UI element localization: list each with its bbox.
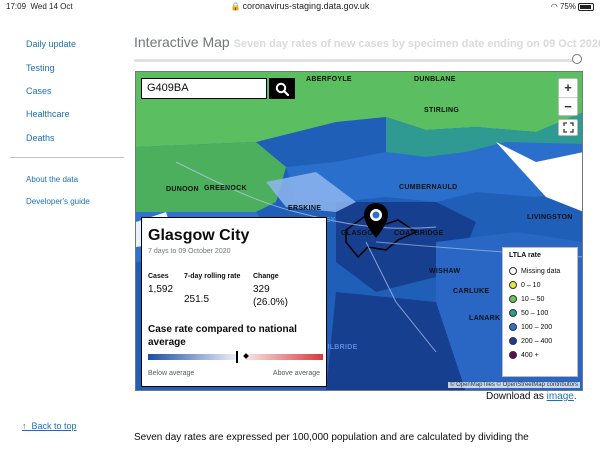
change-value: 329 bbox=[253, 284, 270, 295]
legend-swatch bbox=[509, 309, 517, 317]
date-slider-handle[interactable] bbox=[572, 54, 582, 64]
rate-label: 7-day rolling rate bbox=[184, 273, 241, 280]
nav-developers-guide[interactable]: Developer's guide bbox=[26, 197, 90, 206]
legend-label: 400 + bbox=[521, 351, 539, 359]
legend-label: 100 – 200 bbox=[521, 323, 553, 331]
place-label: GREENOCK bbox=[204, 185, 247, 192]
zoom-out-button[interactable]: − bbox=[559, 98, 577, 116]
nav-healthcare[interactable]: Healthcare bbox=[26, 109, 70, 119]
nav-testing[interactable]: Testing bbox=[26, 63, 55, 73]
legend-swatch bbox=[509, 295, 517, 303]
place-label: LIVINGSTON bbox=[527, 214, 573, 221]
status-bar: 17:09 Wed 14 Oct 🔒 coronavirus-staging.da… bbox=[0, 0, 600, 13]
legend-swatch bbox=[509, 281, 517, 289]
area-name: Glasgow City bbox=[148, 227, 250, 244]
place-label: LANARK bbox=[469, 315, 501, 322]
area-info-card: Glasgow City 7 days to 09 October 2020 C… bbox=[141, 217, 327, 387]
legend-swatch bbox=[509, 337, 517, 345]
place-label: WISHAW bbox=[429, 268, 461, 275]
place-label: CUMBERNAULD bbox=[399, 184, 458, 191]
nav-cases[interactable]: Cases bbox=[26, 86, 52, 96]
download-line: Download as image. bbox=[486, 391, 577, 402]
legend-title: LTLA rate bbox=[509, 252, 541, 259]
above-average-label: Above average bbox=[272, 370, 320, 377]
date-slider-track[interactable] bbox=[134, 59, 578, 62]
nav-deaths[interactable]: Deaths bbox=[26, 133, 55, 143]
search-button[interactable] bbox=[269, 78, 295, 99]
place-label: ABERFOYLE bbox=[306, 76, 352, 83]
legend-item: 0 – 10 bbox=[509, 278, 571, 292]
below-average-gradient bbox=[148, 354, 236, 360]
location-pin-icon[interactable] bbox=[363, 202, 389, 240]
place-label: DUNOON bbox=[166, 186, 199, 193]
legend-item: 100 – 200 bbox=[509, 320, 571, 334]
compare-title: Case rate compared to national average bbox=[148, 324, 297, 348]
download-image-link[interactable]: image bbox=[547, 391, 574, 402]
interactive-map[interactable]: ABERFOYLE DUNBLANE STIRLING DUNOON GREEN… bbox=[135, 71, 583, 391]
place-label: STIRLING bbox=[424, 107, 460, 114]
legend-swatch bbox=[509, 323, 517, 331]
zoom-controls: + − bbox=[558, 78, 578, 116]
map-legend: LTLA rate Missing data 0 – 10 10 – 50 50 – … bbox=[502, 247, 578, 377]
area-period: 7 days to 09 October 2020 bbox=[148, 248, 231, 255]
change-label: Change bbox=[253, 273, 279, 280]
search-icon bbox=[275, 82, 289, 96]
lock-icon: 🔒 bbox=[230, 2, 241, 11]
legend-label: 200 – 400 bbox=[521, 337, 553, 345]
legend-label: 10 – 50 bbox=[521, 295, 545, 303]
change-percent: (26.0%) bbox=[253, 297, 289, 308]
legend-item: 10 – 50 bbox=[509, 292, 571, 306]
cases-label: Cases bbox=[148, 273, 169, 280]
status-right: ◠ 75% bbox=[551, 2, 594, 11]
legend-label: 50 – 100 bbox=[521, 309, 549, 317]
nav-daily-update[interactable]: Daily update bbox=[26, 39, 76, 49]
below-average-label: Below average bbox=[148, 370, 195, 377]
address-bar[interactable]: 🔒 coronavirus-staging.data.gov.uk bbox=[0, 1, 600, 11]
map-attribution[interactable]: © OpenMapTiles © OpenStreetMap contribut… bbox=[447, 382, 580, 388]
above-average-gradient bbox=[246, 354, 323, 360]
legend-swatch bbox=[509, 351, 517, 359]
cases-value: 1,592 bbox=[148, 284, 174, 295]
legend-item: Missing data bbox=[509, 264, 571, 278]
legend-item: 50 – 100 bbox=[509, 306, 571, 320]
footnote-text: Seven day rates are expressed per 100,00… bbox=[134, 432, 529, 443]
section-heading: Interactive Map Seven day rates of new c… bbox=[134, 34, 600, 50]
wifi-icon: ◠ bbox=[550, 2, 558, 11]
legend-swatch bbox=[509, 267, 517, 275]
legend-label: Missing data bbox=[521, 267, 561, 275]
rate-value: 251.5 bbox=[184, 294, 210, 305]
place-label: ERSKINE bbox=[288, 205, 322, 212]
back-to-top-link[interactable]: ↑ Back to top bbox=[22, 421, 77, 431]
arrow-up-icon: ↑ bbox=[22, 421, 27, 431]
legend-item: 200 – 400 bbox=[509, 334, 571, 348]
place-label: DUNBLANE bbox=[414, 76, 456, 83]
place-label: CARLUKE bbox=[453, 288, 490, 295]
national-average-marker bbox=[236, 351, 238, 363]
nav-about-data[interactable]: About the data bbox=[26, 175, 78, 184]
battery-icon bbox=[578, 2, 594, 11]
zoom-in-button[interactable]: + bbox=[559, 79, 577, 98]
postcode-search-input[interactable]: G409BA bbox=[141, 78, 267, 99]
section-subtitle: Seven day rates of new cases by specimen… bbox=[233, 38, 600, 50]
legend-label: 0 – 10 bbox=[521, 281, 541, 289]
section-title: Interactive Map bbox=[134, 34, 230, 50]
nav-divider bbox=[10, 157, 124, 158]
legend-item: 400 + bbox=[509, 348, 571, 362]
place-label: COATBRIDGE bbox=[394, 230, 444, 237]
comparison-bar bbox=[148, 351, 323, 363]
fullscreen-button[interactable] bbox=[558, 119, 578, 136]
fullscreen-icon bbox=[562, 122, 574, 133]
